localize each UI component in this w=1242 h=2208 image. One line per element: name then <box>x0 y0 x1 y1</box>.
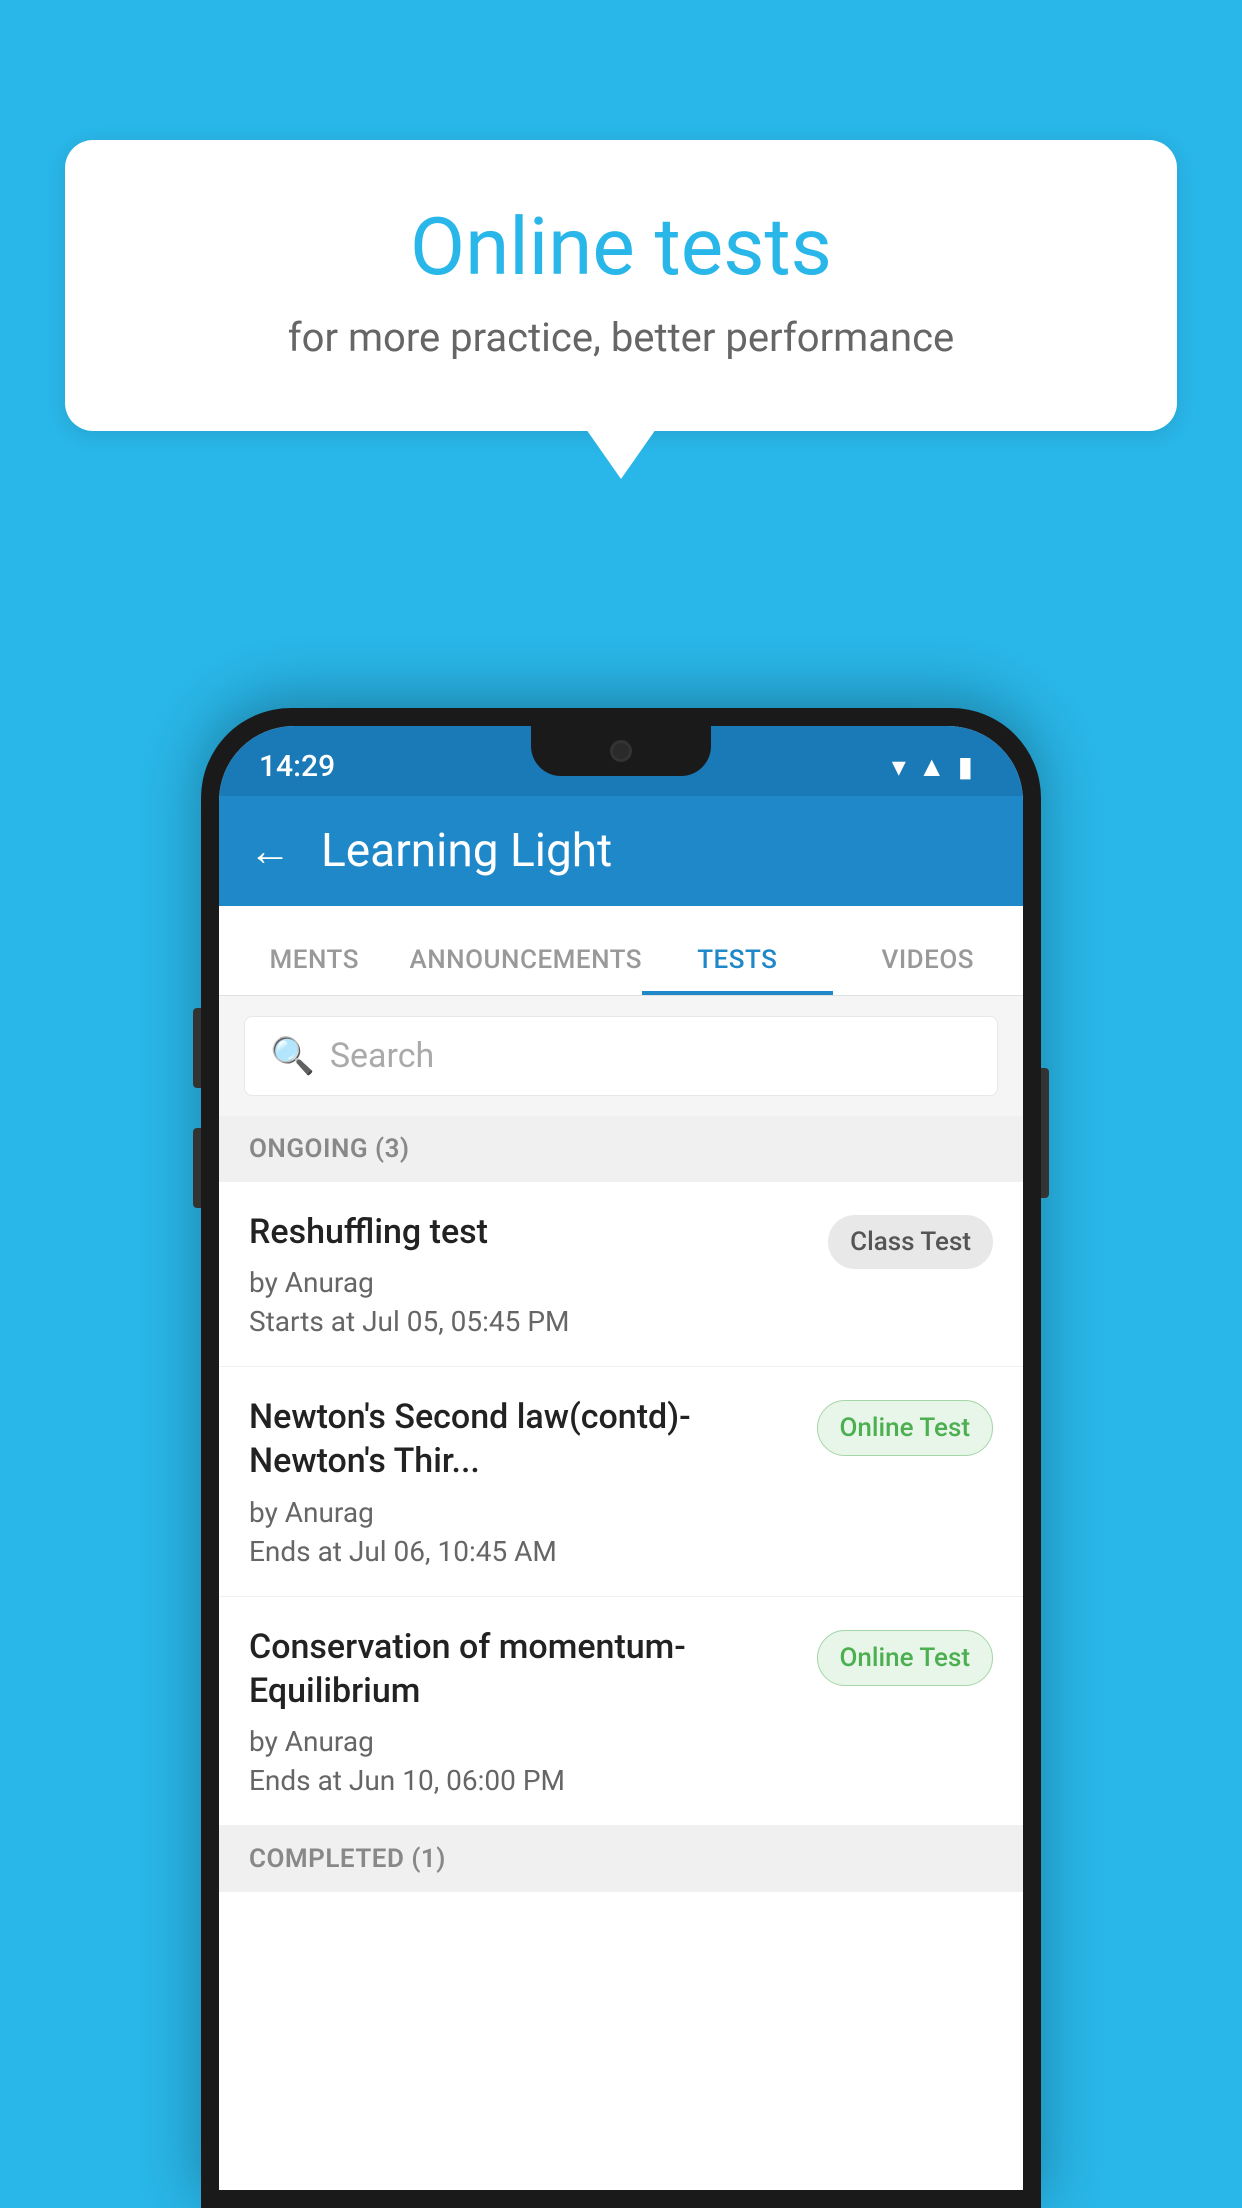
ongoing-section-header: ONGOING (3) <box>219 1116 1023 1182</box>
test-time: Ends at Jul 06, 10:45 AM <box>249 1535 797 1568</box>
test-info: Conservation of momentum-Equilibrium by … <box>249 1625 817 1797</box>
tabs-bar: MENTS ANNOUNCEMENTS TESTS VIDEOS <box>219 906 1023 996</box>
battery-icon: ▮ <box>958 750 973 783</box>
test-name: Conservation of momentum-Equilibrium <box>249 1625 797 1713</box>
test-name: Newton's Second law(contd)-Newton's Thir… <box>249 1395 797 1483</box>
tab-ments[interactable]: MENTS <box>219 945 409 995</box>
tab-videos[interactable]: VIDEOS <box>833 945 1023 995</box>
test-badge: Class Test <box>828 1215 993 1269</box>
test-time: Ends at Jun 10, 06:00 PM <box>249 1764 797 1797</box>
test-time: Starts at Jul 05, 05:45 PM <box>249 1305 808 1338</box>
tab-announcements[interactable]: ANNOUNCEMENTS <box>409 945 642 995</box>
phone-screen: 14:29 ▾ ▲ ▮ ← Learning Light MENTS ANNOU… <box>219 726 1023 2190</box>
completed-label: COMPLETED (1) <box>249 1844 446 1874</box>
back-button[interactable]: ← <box>249 827 291 876</box>
test-info: Newton's Second law(contd)-Newton's Thir… <box>249 1395 817 1567</box>
ongoing-label: ONGOING (3) <box>249 1134 410 1164</box>
app-title: Learning Light <box>321 824 612 878</box>
tests-list: Reshuffling test by Anurag Starts at Jul… <box>219 1182 1023 2190</box>
search-bar-container: 🔍 Search <box>219 996 1023 1116</box>
status-icons: ▾ ▲ ▮ <box>892 750 973 783</box>
test-author: by Anurag <box>249 1496 797 1529</box>
bubble-title: Online tests <box>135 200 1107 294</box>
app-bar: ← Learning Light <box>219 796 1023 906</box>
test-badge: Online Test <box>817 1400 994 1456</box>
phone-notch <box>531 726 711 776</box>
wifi-icon: ▾ <box>892 750 906 783</box>
test-badge: Online Test <box>817 1630 994 1686</box>
signal-icon: ▲ <box>918 750 946 783</box>
phone-frame: 14:29 ▾ ▲ ▮ ← Learning Light MENTS ANNOU… <box>201 708 1041 2208</box>
test-item[interactable]: Conservation of momentum-Equilibrium by … <box>219 1597 1023 1826</box>
completed-section-header: COMPLETED (1) <box>219 1826 1023 1892</box>
test-author: by Anurag <box>249 1266 808 1299</box>
front-camera <box>610 740 632 762</box>
test-author: by Anurag <box>249 1725 797 1758</box>
search-input[interactable]: Search <box>330 1036 434 1076</box>
test-item[interactable]: Newton's Second law(contd)-Newton's Thir… <box>219 1367 1023 1596</box>
bubble-tail <box>586 429 656 479</box>
bubble-card: Online tests for more practice, better p… <box>65 140 1177 431</box>
search-input-wrapper[interactable]: 🔍 Search <box>244 1016 998 1096</box>
bubble-subtitle: for more practice, better performance <box>135 314 1107 361</box>
status-time: 14:29 <box>259 749 335 784</box>
test-info: Reshuffling test by Anurag Starts at Jul… <box>249 1210 828 1338</box>
volume-up-button <box>193 1008 201 1088</box>
search-icon: 🔍 <box>270 1035 315 1077</box>
power-button <box>1041 1068 1049 1198</box>
tab-tests[interactable]: TESTS <box>642 945 832 995</box>
promo-bubble: Online tests for more practice, better p… <box>65 140 1177 479</box>
test-item[interactable]: Reshuffling test by Anurag Starts at Jul… <box>219 1182 1023 1367</box>
volume-down-button <box>193 1128 201 1208</box>
test-name: Reshuffling test <box>249 1210 808 1254</box>
